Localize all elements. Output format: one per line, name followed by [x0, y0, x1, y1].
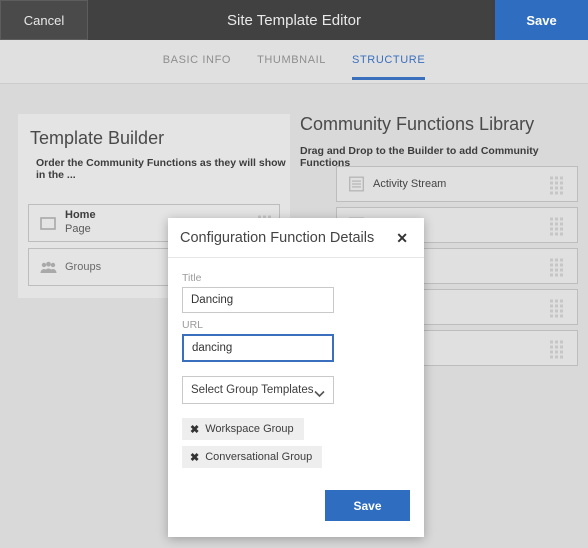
dialog-title: Configuration Function Details [180, 229, 375, 246]
configuration-function-details-dialog: Configuration Function Details ✕ Title U… [168, 218, 424, 537]
dialog-header: Configuration Function Details ✕ [168, 218, 424, 258]
title-input[interactable] [182, 287, 334, 313]
close-icon[interactable]: ✕ [392, 229, 412, 247]
template-builder-subtitle: Order the Community Functions as they wi… [36, 157, 286, 181]
builder-row-home-line2: Page [65, 223, 91, 235]
builder-row-home-text: Home Page [65, 209, 96, 237]
app-root: Cancel Site Template Editor Save BASIC I… [0, 0, 588, 548]
selected-group-tags: ✖ Workspace Group ✖ Conversational Group [182, 418, 410, 474]
url-field-label: URL [182, 319, 204, 331]
drag-handle-icon[interactable] [550, 258, 563, 277]
dialog-body: Title URL Select Group Templates ✖ Works… [168, 258, 424, 474]
url-input[interactable] [182, 334, 334, 362]
group-templates-select[interactable]: Select Group Templates [182, 376, 334, 404]
page-icon [39, 214, 57, 232]
tag-conversational-group[interactable]: ✖ Conversational Group [182, 446, 323, 468]
builder-row-groups-label: Groups [65, 261, 102, 273]
library-row-activity-stream[interactable]: Activity Stream [336, 166, 578, 202]
tab-basic-info-label: BASIC INFO [162, 54, 232, 66]
title-field-label: Title [182, 272, 202, 284]
list-icon [349, 176, 364, 192]
tab-bar: BASIC INFO THUMBNAIL STRUCTURE [0, 40, 588, 84]
page-title-text: Site Template Editor [227, 11, 361, 29]
chevron-down-icon [314, 385, 325, 403]
top-bar: Cancel Site Template Editor Save [0, 0, 588, 40]
drag-handle-icon[interactable] [550, 340, 563, 359]
drag-handle-icon[interactable] [550, 299, 563, 318]
tab-structure-label: STRUCTURE [352, 54, 426, 66]
tab-basic-info[interactable]: BASIC INFO [163, 54, 231, 80]
tag-workspace-group-label: Workspace Group [205, 423, 294, 435]
tag-workspace-group[interactable]: ✖ Workspace Group [182, 418, 304, 440]
template-builder-title: Template Builder [30, 128, 165, 148]
group-templates-select-box[interactable]: Select Group Templates [182, 376, 334, 404]
cancel-button[interactable]: Cancel [0, 0, 88, 40]
save-button-top[interactable]: Save [495, 0, 588, 40]
cancel-button-label: Cancel [23, 12, 65, 28]
tab-thumbnail-label: THUMBNAIL [257, 54, 327, 66]
group-templates-select-value: Select Group Templates [191, 384, 314, 396]
tab-structure[interactable]: STRUCTURE [352, 54, 426, 80]
dialog-save-button[interactable]: Save [325, 490, 410, 521]
tag-row-workspace-group: ✖ Workspace Group [182, 418, 410, 446]
drag-handle-icon[interactable] [550, 217, 563, 236]
remove-tag-icon[interactable]: ✖ [190, 451, 199, 464]
tab-thumbnail[interactable]: THUMBNAIL [257, 54, 326, 80]
builder-row-home-line1: Home [65, 209, 96, 222]
library-title: Community Functions Library [300, 114, 535, 134]
save-button-top-label: Save [526, 12, 557, 28]
tag-row-conversational-group: ✖ Conversational Group [182, 446, 410, 474]
groups-icon [39, 258, 57, 276]
remove-tag-icon[interactable]: ✖ [190, 423, 199, 436]
drag-handle-icon[interactable] [550, 176, 563, 195]
library-row-activity-stream-label: Activity Stream [373, 178, 447, 190]
tag-conversational-group-label: Conversational Group [205, 451, 313, 463]
